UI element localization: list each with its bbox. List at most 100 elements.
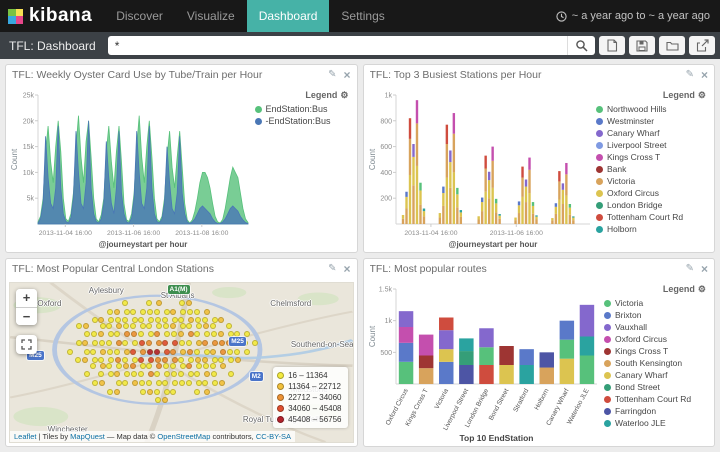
zoom-out-button[interactable]: − [16,307,37,325]
attribution-link[interactable]: CC-BY-SA [256,432,291,441]
map-cluster-dot [124,371,130,377]
tile-map[interactable]: AylesburyOxfordSt AlbansChelmsfordSouthe… [9,282,354,443]
map-cluster-dot [204,349,210,355]
close-panel-icon[interactable]: × [343,263,350,275]
map-cluster-dot [155,397,161,403]
legend-item[interactable]: London Bridge [596,199,708,211]
map-cluster-dot [84,371,90,377]
new-dashboard-button[interactable] [599,36,625,55]
map-cluster-dot [116,363,122,369]
nav-item-discover[interactable]: Discover [104,0,175,32]
edit-panel-icon[interactable]: ✎ [328,70,336,80]
zoom-in-button[interactable]: + [16,289,37,307]
map-cluster-dot [202,380,208,386]
legend-item[interactable]: Oxford Circus [604,333,708,345]
map-cluster-dot [196,340,202,346]
map-cluster-dot [164,389,170,395]
nav-item-settings[interactable]: Settings [329,0,396,32]
breadcrumb: TFL: Dashboard [5,39,104,53]
panel-header[interactable]: TFL: Weekly Oyster Card Use by Tube/Trai… [6,65,357,85]
legend-item[interactable]: Kings Cross T [596,151,708,163]
legend-item[interactable]: Victoria [596,175,708,187]
map-place-label: Oxford [37,299,61,308]
gear-icon[interactable]: ⚙ [698,90,706,101]
legend-swatch [596,106,603,113]
map-cluster-dot [92,380,98,386]
gear-icon[interactable]: ⚙ [698,284,706,295]
save-dashboard-button[interactable] [629,36,655,55]
map-cluster-dot [196,363,202,369]
map-cluster-dot [204,309,210,315]
legend-item[interactable]: Waterloo JLE [604,417,708,429]
map-legend-row: 11364 – 22712 [277,381,341,392]
map-cluster-dot [244,331,250,337]
legend-item[interactable]: Kings Cross T [604,345,708,357]
gear-icon[interactable]: ⚙ [340,90,348,101]
legend-item[interactable]: Victoria [604,297,708,309]
legend-item[interactable]: Canary Wharf [596,127,708,139]
legend-item[interactable]: Liverpool Street [596,139,708,151]
legend-item[interactable]: Bond Street [604,381,708,393]
panel-header[interactable]: TFL: Most Popular Central London Station… [6,259,357,279]
motorway-badge: A1(M) [168,285,190,294]
svg-text:2013-11-04 16:00: 2013-11-04 16:00 [39,230,92,237]
map-cluster-dot [131,371,137,377]
legend-item[interactable]: Bank [596,163,708,175]
attribution-link[interactable]: Leaflet [14,432,37,441]
legend-item[interactable]: EndStation:Bus [255,103,351,115]
attribution-link[interactable]: OpenStreetMap [157,432,210,441]
fit-bounds-button[interactable] [16,335,37,354]
panel-header[interactable]: TFL: Most popular routes ✎ × [364,259,715,279]
map-cluster-dot [139,340,145,346]
legend-swatch [604,360,611,367]
close-panel-icon[interactable]: × [701,263,708,275]
legend-swatch [604,396,611,403]
share-dashboard-button[interactable] [689,36,715,55]
map-cluster-dot [90,349,96,355]
svg-text:400: 400 [380,170,392,177]
legend-item[interactable]: -EndStation:Bus [255,115,351,127]
map-cluster-dot [100,349,106,355]
map-cluster-dot [210,323,216,329]
legend-item[interactable]: Holborn [596,223,708,235]
nav-item-dashboard[interactable]: Dashboard [247,0,330,32]
kibana-logo[interactable]: kibana [0,0,104,32]
map-cluster-dot [116,323,122,329]
legend-item[interactable]: Tottenham Court Rd [596,211,708,223]
attribution-link[interactable]: MapQuest [70,432,105,441]
legend-item[interactable]: Brixton [604,309,708,321]
map-cluster-dot [178,331,184,337]
close-panel-icon[interactable]: × [701,69,708,81]
legend-item[interactable]: Northwood Hills [596,103,708,115]
map-cluster-dot [154,371,160,377]
legend-item[interactable]: Oxford Circus [596,187,708,199]
legend-title: Legend⚙ [596,89,708,103]
panel-header[interactable]: TFL: Top 3 Busiest Stations per Hour ✎ × [364,65,715,85]
legend-item[interactable]: South Kensington [604,357,708,369]
map-cluster-dot [164,309,170,315]
edit-panel-icon[interactable]: ✎ [686,264,694,274]
time-picker[interactable]: ~ a year ago to ~ a year ago [556,0,720,32]
svg-text:@journeystart per hour: @journeystart per hour [448,240,537,249]
map-cluster-dot [162,397,168,403]
map-cluster-dot [123,363,129,369]
legend-item[interactable]: Farringdon [604,405,708,417]
legend-item[interactable]: Vauxhall [604,321,708,333]
query-input[interactable] [108,36,567,55]
map-cluster-dot [194,309,200,315]
legend-item[interactable]: Westminster [596,115,708,127]
edit-panel-icon[interactable]: ✎ [328,264,336,274]
map-cluster-dot [100,323,106,329]
search-button[interactable] [567,36,595,55]
svg-text:Bond Street: Bond Street [487,388,510,422]
svg-text:25k: 25k [23,93,35,100]
map-cluster-dot [98,331,104,337]
close-panel-icon[interactable]: × [343,69,350,81]
svg-text:Victoria: Victoria [433,387,450,410]
legend-item[interactable]: Canary Wharf [604,369,708,381]
legend-item[interactable]: Tottenham Court Rd [604,393,708,405]
nav-item-visualize[interactable]: Visualize [175,0,247,32]
load-dashboard-button[interactable] [659,36,685,55]
map-cluster-dot [194,371,200,377]
edit-panel-icon[interactable]: ✎ [686,70,694,80]
